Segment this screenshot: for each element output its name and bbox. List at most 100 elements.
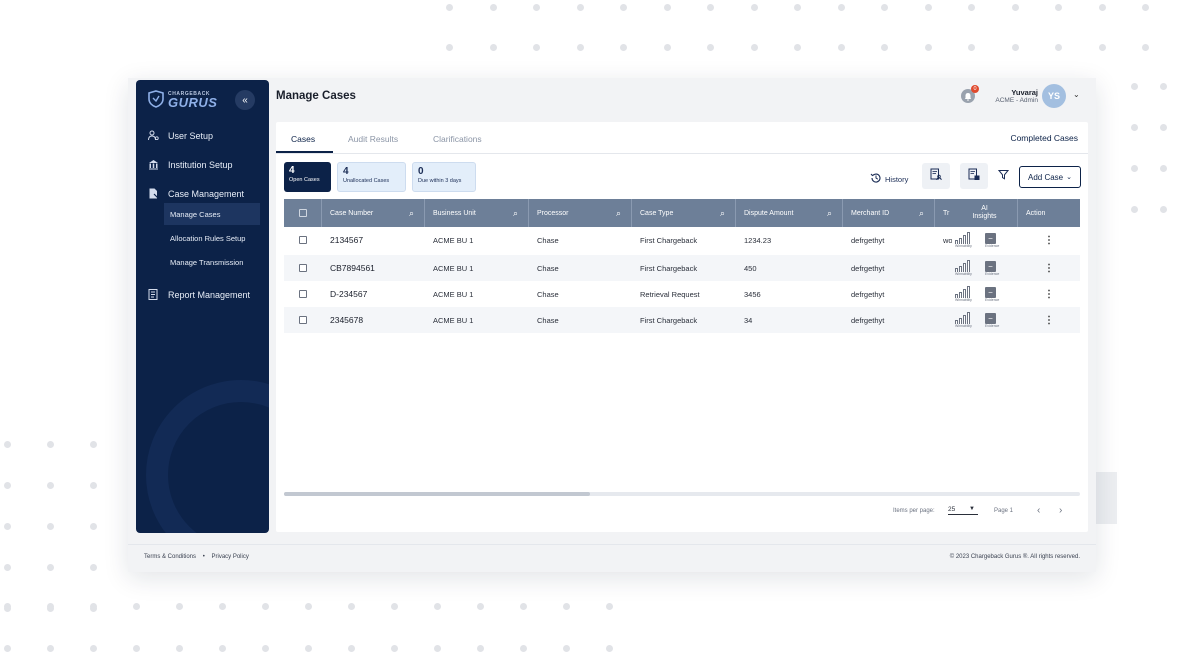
column-header-business-unit[interactable]: Business Unit ⌕ <box>425 199 529 227</box>
table-row[interactable]: 2345678 ACME BU 1 Chase First Chargeback 34 d… <box>284 307 1080 333</box>
background-dot <box>750 44 758 51</box>
search-icon[interactable]: ⌕ <box>409 208 414 219</box>
table-header: Case Number ⌕ Business Unit ⌕ Processor … <box>284 199 1080 227</box>
table-row[interactable]: 2134567 ACME BU 1 Chase First Chargeback 123… <box>284 227 1080 253</box>
background-block <box>1096 472 1117 524</box>
case-number-cell[interactable]: D-234567 <box>330 281 367 307</box>
items-per-page-label: Items per page: <box>893 508 935 514</box>
column-header-label: Case Number <box>330 209 374 217</box>
background-dot <box>1131 206 1138 213</box>
history-button[interactable]: History <box>870 172 908 186</box>
background-dot <box>1160 124 1167 131</box>
winnability-indicator[interactable]: Winnability <box>955 286 972 302</box>
sidebar-subitem-manage-transmission[interactable]: Manage Transmission <box>164 251 260 273</box>
signal-bars-icon <box>955 312 972 324</box>
column-header-case-number[interactable]: Case Number ⌕ <box>322 199 425 227</box>
privacy-link[interactable]: Privacy Policy <box>211 554 248 560</box>
row-checkbox[interactable] <box>299 290 307 298</box>
business-unit-cell: ACME BU 1 <box>433 235 474 245</box>
case-number-cell[interactable]: 2345678 <box>330 307 363 333</box>
row-checkbox[interactable] <box>299 236 307 244</box>
sidebar-subitem-allocation-rules-setup[interactable]: Allocation Rules Setup <box>164 227 260 249</box>
evidence-indicator[interactable]: − Evidence <box>984 232 1000 248</box>
caret-down-icon[interactable]: ▼ <box>969 506 975 512</box>
sidebar-item-label: Case Management <box>168 188 245 199</box>
evidence-label: Evidence <box>984 243 1000 248</box>
tab-clarifications[interactable]: Clarifications <box>433 134 482 144</box>
export-report-button[interactable] <box>960 163 988 189</box>
add-case-button[interactable]: Add Case ⌄ <box>1019 166 1081 188</box>
table-row[interactable]: D-234567 ACME BU 1 Chase Retrieval Request 3… <box>284 281 1080 307</box>
sidebar-item-report-management[interactable]: Report Management <box>148 289 250 300</box>
terms-link[interactable]: Terms & Conditions <box>144 554 196 560</box>
winnability-indicator[interactable]: Winnability <box>955 260 972 276</box>
column-header-dispute-amount[interactable]: Dispute Amount ⌕ <box>736 199 843 227</box>
notification-count-badge: 0 <box>971 85 979 93</box>
background-dot <box>1160 165 1167 172</box>
more-options-icon[interactable]: ⋮ <box>1044 227 1054 253</box>
search-icon[interactable]: ⌕ <box>919 208 924 219</box>
horizontal-scrollbar[interactable] <box>284 492 1080 496</box>
background-dot <box>707 4 714 11</box>
column-header-processor[interactable]: Processor ⌕ <box>529 199 632 227</box>
chevron-left-icon[interactable]: ‹ <box>1037 505 1040 516</box>
filter-icon[interactable] <box>997 169 1010 183</box>
sidebar-item-case-management[interactable]: Case Management <box>148 188 244 199</box>
bulk-assign-button[interactable] <box>922 163 950 189</box>
background-dot <box>434 603 441 610</box>
search-icon[interactable]: ⌕ <box>513 208 518 219</box>
winnability-indicator[interactable]: Winnability <box>955 232 972 248</box>
page-title: Manage Cases <box>276 90 356 102</box>
evidence-label: Evidence <box>984 323 1000 328</box>
column-header-merchant-id[interactable]: Merchant ID ⌕ <box>843 199 935 227</box>
sidebar-item-user-setup[interactable]: User Setup <box>148 130 213 141</box>
row-checkbox[interactable] <box>299 264 307 272</box>
stat-unallocated-cases[interactable]: 4 Unallocated Cases <box>337 162 406 192</box>
evidence-indicator[interactable]: − Evidence <box>984 312 1000 328</box>
background-dot <box>391 603 398 610</box>
business-unit-cell: ACME BU 1 <box>433 315 474 325</box>
winnability-label: Winnability <box>955 323 972 328</box>
search-icon[interactable]: ⌕ <box>720 208 725 219</box>
tab-cases[interactable]: Cases <box>291 134 315 144</box>
completed-cases-link[interactable]: Completed Cases <box>1010 133 1078 143</box>
column-header-case-type[interactable]: Case Type ⌕ <box>632 199 736 227</box>
chevron-right-icon[interactable]: › <box>1059 505 1062 516</box>
case-number-cell[interactable]: 2134567 <box>330 227 363 253</box>
evidence-indicator[interactable]: − Evidence <box>984 286 1000 302</box>
avatar[interactable]: YS <box>1042 84 1066 108</box>
signal-bars-icon <box>955 260 972 272</box>
footer: Terms & Conditions • Privacy Policy © 20… <box>128 544 1096 572</box>
app-logo: CHARGEBACK GURUS <box>148 90 217 109</box>
case-number-cell[interactable]: CB7894561 <box>330 255 375 281</box>
winnability-label: Winnability <box>955 297 972 302</box>
row-checkbox[interactable] <box>299 316 307 324</box>
select-all-checkbox[interactable] <box>298 209 307 217</box>
search-icon[interactable]: ⌕ <box>827 208 832 219</box>
background-dot <box>4 441 11 448</box>
scrollbar-thumb[interactable] <box>284 492 590 496</box>
table-row[interactable]: CB7894561 ACME BU 1 Chase First Chargeback 4… <box>284 255 1080 281</box>
more-options-icon[interactable]: ⋮ <box>1044 307 1054 333</box>
background-dot <box>794 44 801 51</box>
evidence-label: Evidence <box>984 297 1000 302</box>
column-header-tr[interactable]: Tr <box>935 199 952 227</box>
background-dot <box>533 44 540 51</box>
background-dot <box>620 44 627 51</box>
row-select-cell <box>299 227 307 253</box>
sidebar-item-institution-setup[interactable]: Institution Setup <box>148 159 233 170</box>
bank-icon <box>148 159 159 170</box>
sidebar-subitem-manage-cases[interactable]: Manage Cases <box>164 203 260 225</box>
chevron-down-icon[interactable]: ⌄ <box>1073 90 1080 99</box>
background-dot <box>881 44 888 51</box>
stat-open-cases[interactable]: 4 Open Cases <box>284 162 331 192</box>
winnability-indicator[interactable]: Winnability <box>955 312 972 328</box>
more-options-icon[interactable]: ⋮ <box>1044 255 1054 281</box>
double-chevron-left-icon[interactable]: « <box>235 90 255 110</box>
more-options-icon[interactable]: ⋮ <box>1044 281 1054 307</box>
evidence-minus-icon: − <box>984 260 996 272</box>
tab-audit-results[interactable]: Audit Results <box>348 134 398 144</box>
evidence-indicator[interactable]: − Evidence <box>984 260 999 276</box>
search-icon[interactable]: ⌕ <box>616 208 621 219</box>
stat-due-within-3-days[interactable]: 0 Due within 3 days <box>412 162 476 192</box>
